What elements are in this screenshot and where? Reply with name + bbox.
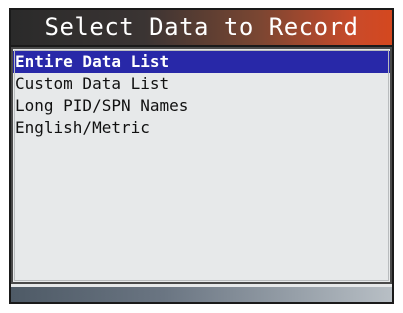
menu-item-long-pid-spn-names[interactable]: Long PID/SPN Names xyxy=(13,95,390,117)
soft-key-bar xyxy=(11,284,392,302)
device-screen: Select Data to Record Entire Data List C… xyxy=(9,8,394,304)
menu-item-english-metric[interactable]: English/Metric xyxy=(13,117,390,139)
menu-item-entire-data-list[interactable]: Entire Data List xyxy=(13,51,390,73)
screen-title: Select Data to Record xyxy=(11,10,392,45)
menu-item-custom-data-list[interactable]: Custom Data List xyxy=(13,73,390,95)
menu-list: Entire Data List Custom Data List Long P… xyxy=(11,47,392,284)
